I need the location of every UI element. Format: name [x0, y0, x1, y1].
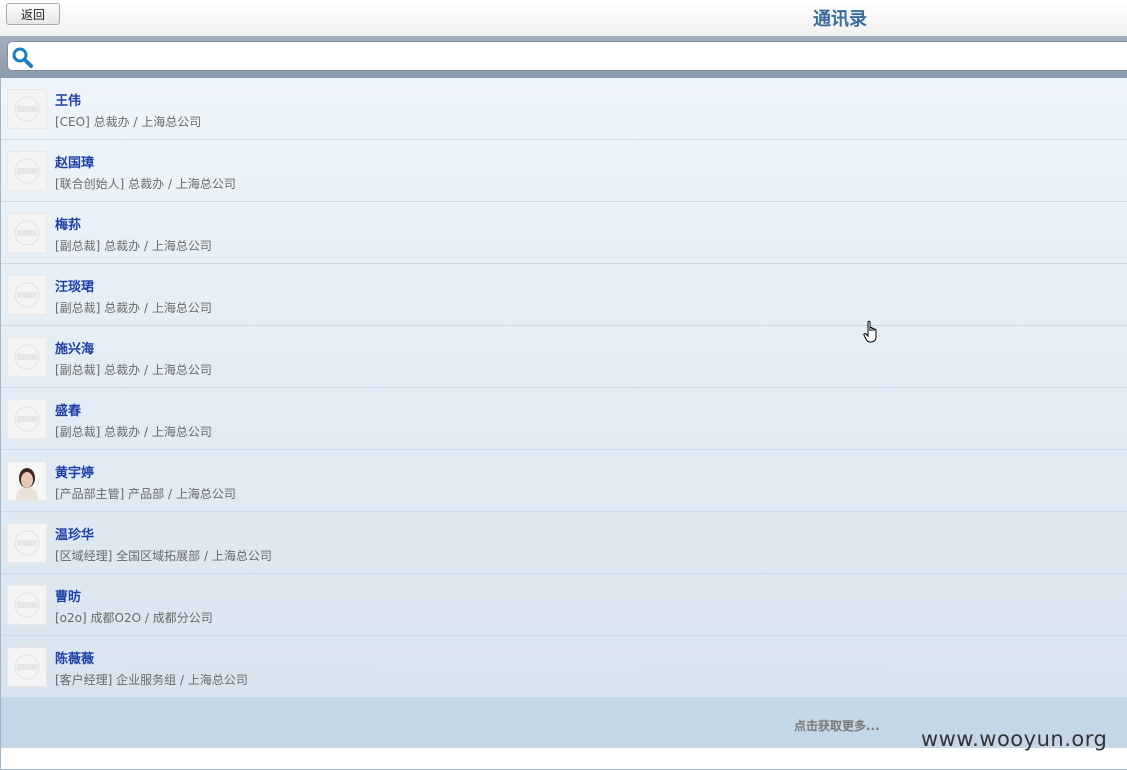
contact-name[interactable]: 赵国璋 [55, 152, 94, 171]
footer-border [0, 748, 1127, 770]
watermark-text: www.wooyun.org [921, 727, 1108, 751]
avatar-placeholder-icon [7, 399, 47, 439]
contact-row[interactable]: 王伟 [CEO] 总裁办 / 上海总公司 [1, 78, 1127, 140]
contact-title-department: [CEO] 总裁办 / 上海总公司 [55, 115, 202, 129]
contact-row[interactable]: 温珍华 [区域经理] 全国区域拓展部 / 上海总公司 [1, 512, 1127, 574]
page-title: 通讯录 [813, 9, 867, 30]
search-bar [0, 36, 1127, 78]
contact-row[interactable]: 盛春 [副总裁] 总裁办 / 上海总公司 [1, 388, 1127, 450]
contact-title-department: [副总裁] 总裁办 / 上海总公司 [55, 425, 212, 439]
contact-title-department: [区域经理] 全国区域拓展部 / 上海总公司 [55, 549, 272, 563]
contact-row[interactable]: 曹昉 [o2o] 成都O2O / 成都分公司 [1, 574, 1127, 636]
avatar-placeholder-icon [7, 585, 47, 625]
search-input[interactable] [40, 45, 1124, 69]
contact-row[interactable]: 梅荪 [副总裁] 总裁办 / 上海总公司 [1, 202, 1127, 264]
contact-row[interactable]: 施兴海 [副总裁] 总裁办 / 上海总公司 [1, 326, 1127, 388]
avatar-placeholder-icon [7, 213, 47, 253]
contact-title-department: [o2o] 成都O2O / 成都分公司 [55, 611, 213, 625]
avatar-photo [7, 461, 47, 501]
contact-title-department: [产品部主管] 产品部 / 上海总公司 [55, 487, 236, 501]
contact-name[interactable]: 盛春 [55, 400, 81, 419]
avatar-placeholder-icon [7, 523, 47, 563]
hand-cursor-icon [863, 320, 877, 343]
search-icon [12, 47, 33, 68]
contact-name[interactable]: 梅荪 [55, 214, 81, 233]
contact-name[interactable]: 温珍华 [55, 524, 94, 543]
avatar-placeholder-icon [7, 647, 47, 687]
contact-title-department: [副总裁] 总裁办 / 上海总公司 [55, 239, 212, 253]
contact-row[interactable]: 汪琰珺 [副总裁] 总裁办 / 上海总公司 [1, 264, 1127, 326]
top-bar: 返回 通讯录 [0, 0, 1127, 36]
back-button[interactable]: 返回 [6, 3, 60, 25]
contact-title-department: [副总裁] 总裁办 / 上海总公司 [55, 301, 212, 315]
contact-list: 王伟 [CEO] 总裁办 / 上海总公司赵国璋 [联合创始人] 总裁办 / 上海总公… [0, 78, 1127, 698]
contact-name[interactable]: 黄宇婷 [55, 462, 94, 481]
contact-name[interactable]: 王伟 [55, 90, 81, 109]
avatar-placeholder-icon [7, 337, 47, 377]
contact-row[interactable]: 黄宇婷 [产品部主管] 产品部 / 上海总公司 [1, 450, 1127, 512]
contact-row[interactable]: 陈薇薇 [客户经理] 企业服务组 / 上海总公司 [1, 636, 1127, 698]
contact-name[interactable]: 施兴海 [55, 338, 94, 357]
contact-title-department: [联合创始人] 总裁办 / 上海总公司 [55, 177, 236, 191]
search-box[interactable] [7, 41, 1127, 71]
load-more-link[interactable]: 点击获取更多... [794, 717, 880, 734]
contact-title-department: [客户经理] 企业服务组 / 上海总公司 [55, 673, 248, 687]
avatar-placeholder-icon [7, 275, 47, 315]
contact-name[interactable]: 汪琰珺 [55, 276, 94, 295]
contact-row[interactable]: 赵国璋 [联合创始人] 总裁办 / 上海总公司 [1, 140, 1127, 202]
contact-title-department: [副总裁] 总裁办 / 上海总公司 [55, 363, 212, 377]
contact-name[interactable]: 陈薇薇 [55, 648, 94, 667]
avatar-placeholder-icon [7, 89, 47, 129]
contact-name[interactable]: 曹昉 [55, 586, 81, 605]
avatar-placeholder-icon [7, 151, 47, 191]
